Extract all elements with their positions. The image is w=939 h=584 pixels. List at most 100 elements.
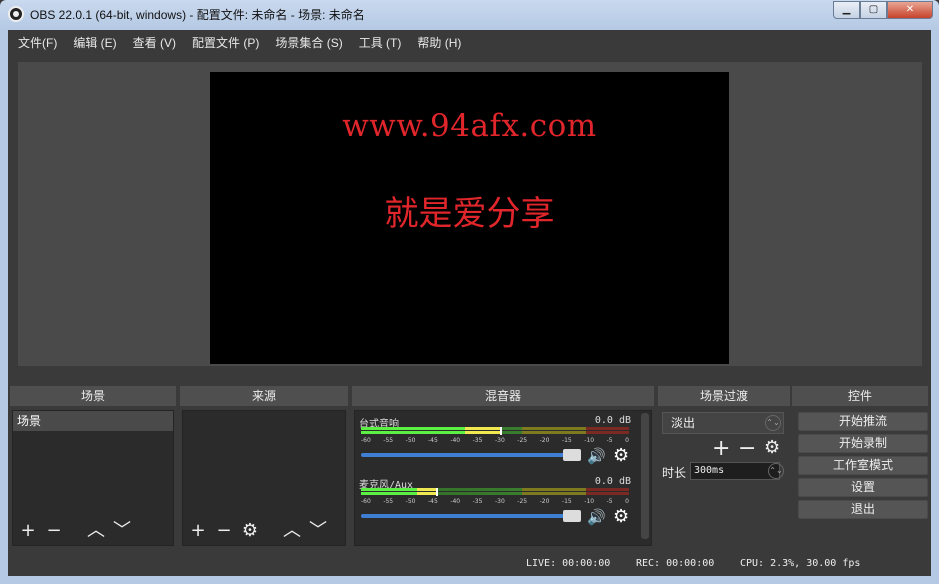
exit-button[interactable]: 退出 [798,500,928,519]
meter-scale-tick: -5 [606,498,613,505]
transitions-dock: 场景过渡 淡出 ⌃⌄ + − ⚙ 时长 300ms ⌃⌄ [658,386,790,546]
add-source-plus-icon[interactable]: + [187,520,209,542]
menu-help[interactable]: 帮助 (H) [409,34,469,51]
preview-slogan-text: 就是爱分享 [384,194,555,234]
transition-select-value: 淡出 [671,416,696,430]
duration-spinbox[interactable]: 300ms [690,462,780,480]
mixer-panel: 台式音响 0.0 dB -60 -55 -50 -45 -40 -35 -30 -25 -20-… [354,410,652,546]
menu-tools[interactable]: 工具 (T) [351,34,410,51]
menu-scene-collection[interactable]: 场景集合 (S) [267,34,350,51]
meter-scale-tick: -45 [427,498,438,505]
meter-scale-tick: -50 [405,498,416,505]
window-controls: ▁ ▢ ✕ [833,1,933,19]
meter-scale: -60 -55 -50 -45 -40 -35 -30 -25 -20 -15 -10 -5 0 [361,437,629,447]
meter-level-right [361,431,501,434]
meter-scale-tick: -35 [472,498,483,505]
meter-level-left [361,427,501,430]
live-timer: LIVE: 00:00:00 [526,558,611,569]
meter-scale-tick: -20 [539,498,550,505]
meter-scale-tick: -25 [517,437,528,444]
scene-move-down-chevron-icon[interactable]: ﹀ [111,520,133,542]
menu-profile[interactable]: 配置文件 (P) [184,34,267,51]
remove-scene-minus-icon[interactable]: − [43,520,65,542]
source-move-up-chevron-icon[interactable]: ︿ [281,520,303,542]
source-properties-gear-icon[interactable]: ⚙ [239,520,261,542]
mute-speaker-icon[interactable]: 🔊 [587,508,606,526]
meter-track-right [361,431,629,434]
cpu-fps-readout: CPU: 2.3%, 30.00 fps [740,558,861,569]
meter-scale-tick: -30 [494,437,505,444]
preview-canvas[interactable]: www.94afx.com 就是爱分享 [210,72,729,364]
sources-dock-title: 来源 [180,386,348,406]
window-title: OBS 22.0.1 (64-bit, windows) - 配置文件: 未命名… [30,8,365,22]
minimize-button[interactable]: ▁ [833,1,860,19]
mixer-dock-title: 混音器 [352,386,654,406]
add-scene-plus-icon[interactable]: + [17,520,39,542]
channel-settings-gear-icon[interactable]: ⚙ [613,445,629,466]
volume-slider[interactable] [361,449,581,461]
transition-properties-gear-icon[interactable]: ⚙ [764,437,780,458]
mute-speaker-icon[interactable]: 🔊 [587,447,606,465]
meter-scale-tick: -15 [561,437,572,444]
remove-transition-minus-icon[interactable]: − [738,436,756,461]
mixer-scrollbar[interactable] [641,413,649,539]
menu-file[interactable]: 文件(F) [10,34,65,51]
controls-dock: 控件 开始推流 开始录制 工作室模式 设置 退出 [792,386,928,546]
volume-slider[interactable] [361,510,581,522]
scene-item[interactable]: 场景 [13,411,173,431]
meter-scale-tick: -10 [584,437,595,444]
rec-timer: REC: 00:00:00 [636,558,715,569]
scenes-dock: 场景 场景 + − ︿ ﹀ [10,386,176,546]
menu-view[interactable]: 查看 (V) [125,34,184,51]
channel-settings-gear-icon[interactable]: ⚙ [613,506,629,527]
sources-list[interactable]: + − ⚙ ︿ ﹀ [182,410,346,546]
app-window: OBS 22.0.1 (64-bit, windows) - 配置文件: 未命名… [0,0,939,584]
meter-scale-tick: -25 [517,498,528,505]
volume-meter [361,427,629,435]
meter-scale-tick: -40 [450,498,461,505]
meter-peak-marker [500,427,503,435]
volume-slider-handle[interactable] [563,510,581,522]
volume-meter [361,488,629,496]
meter-scale-tick: -30 [494,498,505,505]
status-bar: LIVE: 00:00:00 REC: 00:00:00 CPU: 2.3%, … [8,554,931,576]
close-button[interactable]: ✕ [887,1,933,19]
start-streaming-button[interactable]: 开始推流 [798,412,928,431]
preview-url-text: www.94afx.com [342,108,597,144]
mixer-channel-mic: 麦克风/Aux 0.0 dB -60 -55 -50 -45 -40 -35 -30 -25-… [359,476,631,534]
maximize-button[interactable]: ▢ [860,1,887,19]
transition-select[interactable]: 淡出 ⌃⌄ [662,412,784,434]
scenes-toolbar: + − ︿ ﹀ [17,519,169,543]
meter-level-right [361,492,437,495]
meter-scale-tick: -60 [361,498,371,505]
studio-mode-button[interactable]: 工作室模式 [798,456,928,475]
title-bar[interactable]: OBS 22.0.1 (64-bit, windows) - 配置文件: 未命名… [0,0,939,28]
meter-level-left [361,488,437,491]
select-arrow-icon: ⌃⌄ [765,415,781,431]
meter-track-left [361,427,629,430]
add-transition-plus-icon[interactable]: + [712,436,730,461]
meter-scale-tick: -55 [383,437,394,444]
meter-track-left [361,488,629,491]
preview-area[interactable]: www.94afx.com 就是爱分享 [18,62,922,366]
start-recording-button[interactable]: 开始录制 [798,434,928,453]
mixer-channel-desktop: 台式音响 0.0 dB -60 -55 -50 -45 -40 -35 -30 -25 -20-… [359,415,631,473]
duration-spinner-arrows-icon[interactable]: ⌃⌄ [768,463,784,479]
duration-label: 时长 [662,466,687,480]
meter-scale-tick: -55 [383,498,394,505]
scene-move-up-chevron-icon[interactable]: ︿ [85,520,107,542]
settings-button[interactable]: 设置 [798,478,928,497]
channel-db-readout: 0.0 dB [594,476,631,487]
menu-edit[interactable]: 编辑 (E) [65,34,124,51]
meter-scale: -60 -55 -50 -45 -40 -35 -30 -25 -20 -15 -10 -5 0 [361,498,629,508]
meter-scale-tick: -10 [584,498,595,505]
main-client-area: 文件(F) 编辑 (E) 查看 (V) 配置文件 (P) 场景集合 (S) 工具… [8,30,931,576]
menu-bar: 文件(F) 编辑 (E) 查看 (V) 配置文件 (P) 场景集合 (S) 工具… [8,30,931,54]
volume-slider-handle[interactable] [563,449,581,461]
scenes-list[interactable]: 场景 + − ︿ ﹀ [12,410,174,546]
source-move-down-chevron-icon[interactable]: ﹀ [307,520,329,542]
transitions-dock-title: 场景过渡 [658,386,790,406]
meter-scale-tick: -5 [606,437,613,444]
meter-scale-tick: -35 [472,437,483,444]
remove-source-minus-icon[interactable]: − [213,520,235,542]
